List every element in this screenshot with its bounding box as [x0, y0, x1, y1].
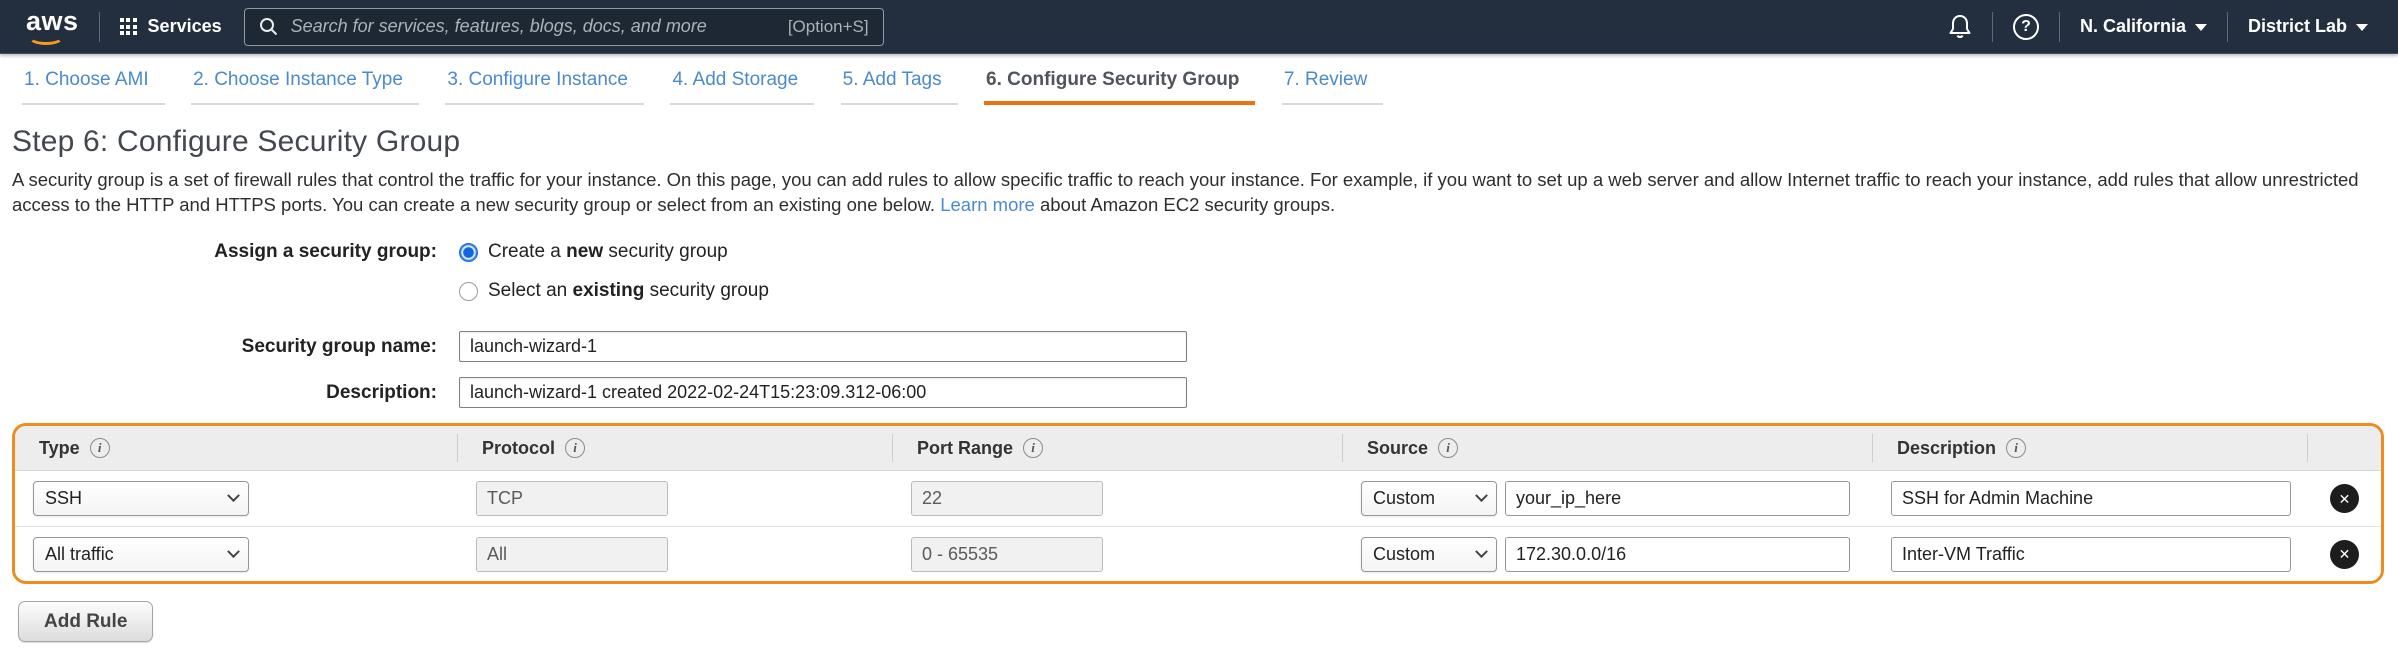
delete-rule-button[interactable]: ✕ — [2330, 540, 2359, 569]
nav-divider — [1992, 12, 1993, 42]
header-type: Type i — [15, 434, 458, 462]
account-menu[interactable]: District Lab — [2248, 16, 2368, 37]
radio-create-new-label[interactable]: Create a new security group — [488, 241, 728, 263]
protocol-info-icon[interactable]: i — [565, 438, 585, 458]
chevron-down-icon — [227, 545, 240, 558]
step-tab-choose-ami[interactable]: 1. Choose AMI — [22, 69, 165, 105]
services-label: Services — [148, 16, 222, 37]
region-label: N. California — [2080, 16, 2186, 37]
description-info-icon[interactable]: i — [2006, 438, 2026, 458]
chevron-down-icon — [1475, 545, 1488, 558]
header-source: Source i — [1343, 434, 1873, 462]
step-tab-configure-security-group[interactable]: 6. Configure Security Group — [984, 69, 1255, 105]
global-search[interactable]: [Option+S] — [244, 8, 884, 46]
help-button[interactable]: ? — [2013, 14, 2039, 40]
source-info-icon[interactable]: i — [1438, 438, 1458, 458]
rule-type-select[interactable]: SSH — [33, 481, 249, 516]
chevron-down-icon — [1475, 489, 1488, 502]
rule-source-mode-select[interactable]: Custom — [1361, 537, 1497, 572]
rule-protocol-field — [476, 481, 668, 516]
radio-button-create-new[interactable] — [459, 243, 478, 262]
chevron-down-icon — [2195, 24, 2207, 31]
wizard-step-tabs: 1. Choose AMI 2. Choose Instance Type 3.… — [0, 54, 2398, 105]
rule-port-range-field — [911, 537, 1103, 572]
nav-divider — [2059, 12, 2060, 42]
rule-type-select[interactable]: All traffic — [33, 537, 249, 572]
rule-source-input[interactable] — [1505, 481, 1850, 516]
aws-smile-icon — [28, 29, 64, 45]
rule-row-all-traffic: All traffic Custom ✕ — [15, 526, 2381, 581]
rule-description-input[interactable] — [1891, 481, 2291, 516]
services-grid-icon — [120, 18, 137, 35]
search-shortcut-hint: [Option+S] — [788, 17, 869, 37]
rule-row-ssh: SSH Custom ✕ — [15, 471, 2381, 526]
header-protocol: Protocol i — [458, 434, 893, 462]
step-tab-add-storage[interactable]: 4. Add Storage — [670, 69, 814, 105]
chevron-down-icon — [227, 489, 240, 502]
services-menu-button[interactable]: Services — [120, 16, 222, 37]
rule-port-range-field — [911, 481, 1103, 516]
search-input[interactable] — [291, 16, 775, 37]
assign-security-group-label: Assign a security group: — [12, 241, 437, 263]
learn-more-link[interactable]: Learn more — [940, 194, 1035, 215]
radio-create-new-group[interactable]: Create a new security group — [459, 241, 728, 263]
step-tab-add-tags[interactable]: 5. Add Tags — [841, 69, 958, 105]
top-navigation: aws Services [Option+S] ? N. California — [0, 0, 2398, 54]
radio-button-select-existing[interactable] — [459, 282, 478, 301]
step-tab-configure-instance[interactable]: 3. Configure Instance — [445, 69, 644, 105]
step-tab-review[interactable]: 7. Review — [1282, 69, 1383, 105]
notifications-button[interactable] — [1948, 14, 1972, 40]
type-info-icon[interactable]: i — [90, 438, 110, 458]
search-icon — [259, 17, 278, 36]
header-port-range: Port Range i — [893, 434, 1343, 462]
delete-rule-button[interactable]: ✕ — [2330, 484, 2359, 513]
security-group-description-input[interactable] — [459, 377, 1187, 408]
add-rule-button[interactable]: Add Rule — [18, 601, 153, 642]
description-text-after-link: about Amazon EC2 security groups. — [1040, 194, 1335, 215]
bell-icon — [1948, 14, 1972, 40]
security-rules-table: Type i Protocol i Port Range i Source i … — [12, 423, 2384, 584]
rule-source-mode-select[interactable]: Custom — [1361, 481, 1497, 516]
radio-select-existing-group[interactable]: Select an existing security group — [459, 280, 769, 302]
nav-divider — [99, 12, 100, 42]
nav-divider — [2227, 12, 2228, 42]
rules-table-header: Type i Protocol i Port Range i Source i … — [15, 426, 2381, 471]
account-label: District Lab — [2248, 16, 2347, 37]
chevron-down-icon — [2356, 24, 2368, 31]
port-range-info-icon[interactable]: i — [1023, 438, 1043, 458]
page-title: Step 6: Configure Security Group — [12, 125, 2386, 159]
security-group-form: Assign a security group: Create a new se… — [12, 241, 2386, 408]
rule-description-input[interactable] — [1891, 537, 2291, 572]
page-description: A security group is a set of firewall ru… — [12, 167, 2386, 217]
rule-source-input[interactable] — [1505, 537, 1850, 572]
radio-select-existing-label[interactable]: Select an existing security group — [488, 280, 769, 302]
rule-protocol-field — [476, 537, 668, 572]
security-group-name-label: Security group name: — [12, 336, 437, 358]
description-label: Description: — [12, 382, 437, 404]
aws-logo[interactable]: aws — [26, 8, 79, 45]
main-content: Step 6: Configure Security Group A secur… — [0, 125, 2398, 642]
header-description: Description i — [1873, 434, 2308, 462]
security-group-name-input[interactable] — [459, 331, 1187, 362]
help-icon: ? — [2013, 14, 2039, 40]
region-selector[interactable]: N. California — [2080, 16, 2207, 37]
step-tab-choose-instance-type[interactable]: 2. Choose Instance Type — [191, 69, 419, 105]
